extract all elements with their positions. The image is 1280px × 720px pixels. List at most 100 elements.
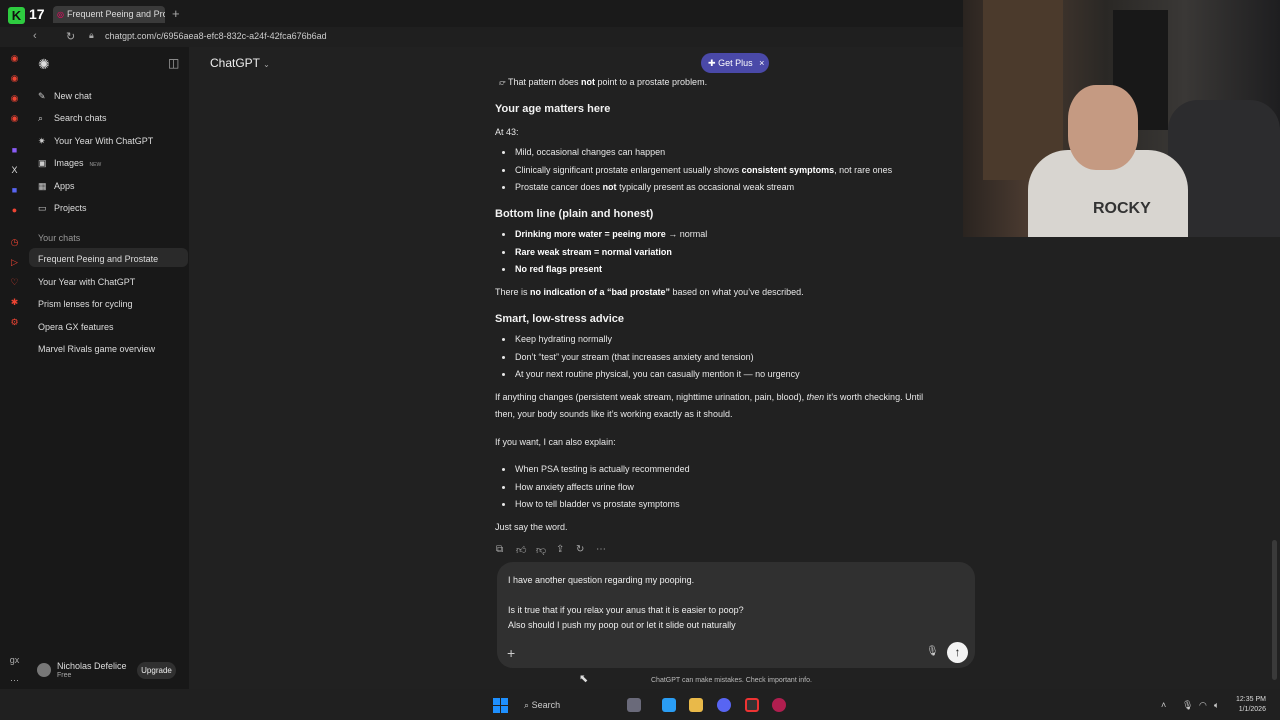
age-item-3-post: typically present as occasional weak str… (616, 182, 795, 192)
mouse-cursor-icon: ⬉ (579, 673, 589, 685)
taskbar-search-label: Search (531, 700, 561, 710)
rail-twitch-icon[interactable]: ■ (9, 145, 20, 156)
windows-start-icon[interactable] (493, 698, 508, 713)
tab-title: Frequent Peeing and Prost (67, 9, 165, 19)
new-chat-button[interactable]: ✎ New chat (38, 91, 92, 102)
top-line-bold: not (581, 77, 595, 87)
thumbs-down-icon[interactable]: 👎︎ (536, 544, 546, 556)
chevron-down-icon: ⌄ (263, 60, 270, 69)
images-button[interactable]: ▣ Images NEW (38, 158, 101, 169)
rail-x-icon[interactable]: X (9, 165, 20, 176)
user-name[interactable]: Nicholas Defelice (57, 661, 127, 671)
file-explorer-icon[interactable] (689, 698, 703, 712)
rail-discord-icon[interactable]: ■ (9, 185, 20, 196)
rail-music-icon[interactable]: ◉ (9, 93, 20, 104)
list-item: Don’t “test” your stream (that increases… (495, 352, 754, 362)
list-item: Prostate cancer does not typically prese… (495, 182, 794, 192)
browser-version-badge: 17 (29, 6, 45, 22)
year-with-chatgpt-button[interactable]: ✷ Your Year With ChatGPT (38, 136, 153, 147)
taskbar-widget-icon[interactable] (627, 698, 641, 712)
year-with-chatgpt-label: Your Year With ChatGPT (54, 136, 154, 146)
folder-icon: ▭ (38, 203, 47, 213)
discord-icon[interactable] (717, 698, 731, 712)
copilot-icon[interactable] (662, 698, 676, 712)
composer-line-3[interactable]: Also should I push my poop out or let it… (508, 620, 736, 630)
sidebar-toggle-icon[interactable]: ◫ (168, 56, 179, 70)
more-icon[interactable]: ⋯ (596, 544, 606, 555)
rail-bookmark-icon[interactable]: ♡ (9, 277, 20, 288)
pointing-hand-icon: 👉︎ (499, 77, 506, 87)
model-selector[interactable]: ChatGPT ⌄ (210, 56, 270, 70)
taskbar-clock[interactable]: 12:35 PM 1/1/2026 (1236, 695, 1266, 715)
plus-icon: ✚ (708, 58, 716, 68)
volume-icon[interactable]: 🔈︎ (1214, 700, 1219, 711)
opera-gx-icon[interactable] (772, 698, 786, 712)
search-icon: ⌕ (38, 113, 44, 123)
taskbar-search[interactable]: ⌕ Search (524, 700, 560, 711)
rail-more-icon[interactable]: ⋯ (9, 675, 20, 686)
rail-chat-icon[interactable]: ◉ (9, 113, 20, 124)
reload-icon[interactable]: ↻ (66, 30, 75, 43)
new-tab-button[interactable]: + (172, 6, 180, 21)
projects-button[interactable]: ▭ Projects (38, 203, 87, 214)
browser-tab[interactable]: ◎ Frequent Peeing and Prost (53, 6, 165, 23)
tray-mic-icon[interactable]: 🎙︎ (1182, 700, 1193, 711)
list-item: No red flags present (495, 264, 602, 274)
microphone-icon[interactable]: 🎙︎ (926, 646, 939, 657)
close-icon[interactable]: × (759, 58, 764, 68)
share-icon[interactable]: ⇪ (556, 544, 564, 555)
wifi-icon[interactable]: ◠ (1199, 700, 1207, 711)
list-item: Drinking more water = peeing more → norm… (495, 229, 707, 239)
tray-chevron-icon[interactable]: ˄ (1161, 700, 1166, 710)
chat-item-frequent-peeing[interactable]: Frequent Peeing and Prostate (29, 248, 188, 267)
age-intro: At 43: (495, 127, 519, 137)
rail-gx-bottom-icon[interactable]: gx (9, 655, 20, 666)
avatar[interactable] (37, 663, 51, 677)
lock-icon[interactable]: 🔒︎ (89, 30, 94, 41)
top-line-post: point to a prostate problem. (595, 77, 708, 87)
apps-button[interactable]: ▦ Apps (38, 181, 75, 192)
upgrade-button[interactable]: Upgrade (137, 662, 176, 679)
rail-player-icon[interactable]: ▷ (9, 257, 20, 268)
openai-logo-icon[interactable]: ✺ (38, 56, 50, 73)
search-chats-button[interactable]: ⌕ Search chats (38, 113, 107, 124)
composer-line-1[interactable]: I have another question regarding my poo… (508, 575, 694, 585)
send-button[interactable]: ↑ (947, 642, 968, 663)
your-chats-heading: Your chats (38, 233, 81, 243)
url-field[interactable]: chatgpt.com/c/6956aea8-efc8-832c-a24f-42… (105, 31, 327, 41)
rail-settings-icon[interactable]: ⚙ (9, 317, 20, 328)
browser-logo[interactable]: K (8, 7, 25, 24)
get-plus-button[interactable]: ✚ Get Plus × (701, 53, 769, 73)
bottom-line-heading: Bottom line (plain and honest) (495, 208, 654, 220)
scrollbar[interactable] (1272, 540, 1277, 680)
bottom-item-3-bold: No red flags present (515, 264, 603, 274)
browser-side-rail: ◉ ◉ ◉ ◉ ■ X ■ ● ◷ ▷ ♡ ✱ ⚙ gx ⋯ (0, 47, 29, 689)
age-item-2-post: , not rare ones (834, 165, 893, 175)
tab-favicon-icon: ◎ (57, 10, 64, 19)
regenerate-icon[interactable]: ↻ (576, 544, 584, 555)
composer-line-2[interactable]: Is it true that if you relax your anus t… (508, 605, 744, 615)
rail-youtube-icon[interactable]: ● (9, 205, 20, 216)
images-label: Images (54, 158, 84, 168)
rail-history-icon[interactable]: ◷ (9, 237, 20, 248)
sparkle-icon: ✷ (38, 136, 46, 146)
chat-item-prism-lenses[interactable]: Prism lenses for cycling (29, 293, 188, 312)
chat-item-year-with-chatgpt[interactable]: Your Year with ChatGPT (29, 271, 188, 290)
attach-plus-icon[interactable]: + (507, 645, 515, 661)
list-item: Mild, occasional changes can happen (495, 147, 665, 157)
rail-gx-icon[interactable]: ◉ (9, 53, 20, 64)
chat-item-marvel-rivals[interactable]: Marvel Rivals game overview (29, 338, 188, 357)
thumbs-up-icon[interactable]: 👍︎ (516, 544, 526, 556)
changes-em: then (806, 392, 825, 402)
rail-aria-icon[interactable]: ◉ (9, 73, 20, 84)
closing-line: Just say the word. (495, 522, 568, 532)
copy-icon[interactable]: ⧉ (496, 544, 503, 555)
webcam-shirt-text: ROCKY (1093, 200, 1151, 217)
chat-item-opera-gx[interactable]: Opera GX features (29, 316, 188, 335)
back-icon[interactable]: ‹ (33, 30, 37, 42)
rail-extensions-icon[interactable]: ✱ (9, 297, 20, 308)
age-heading: Your age matters here (495, 103, 611, 115)
search-chats-label: Search chats (54, 113, 107, 123)
obs-icon[interactable] (745, 698, 759, 712)
list-item: Clinically significant prostate enlargem… (495, 165, 892, 175)
